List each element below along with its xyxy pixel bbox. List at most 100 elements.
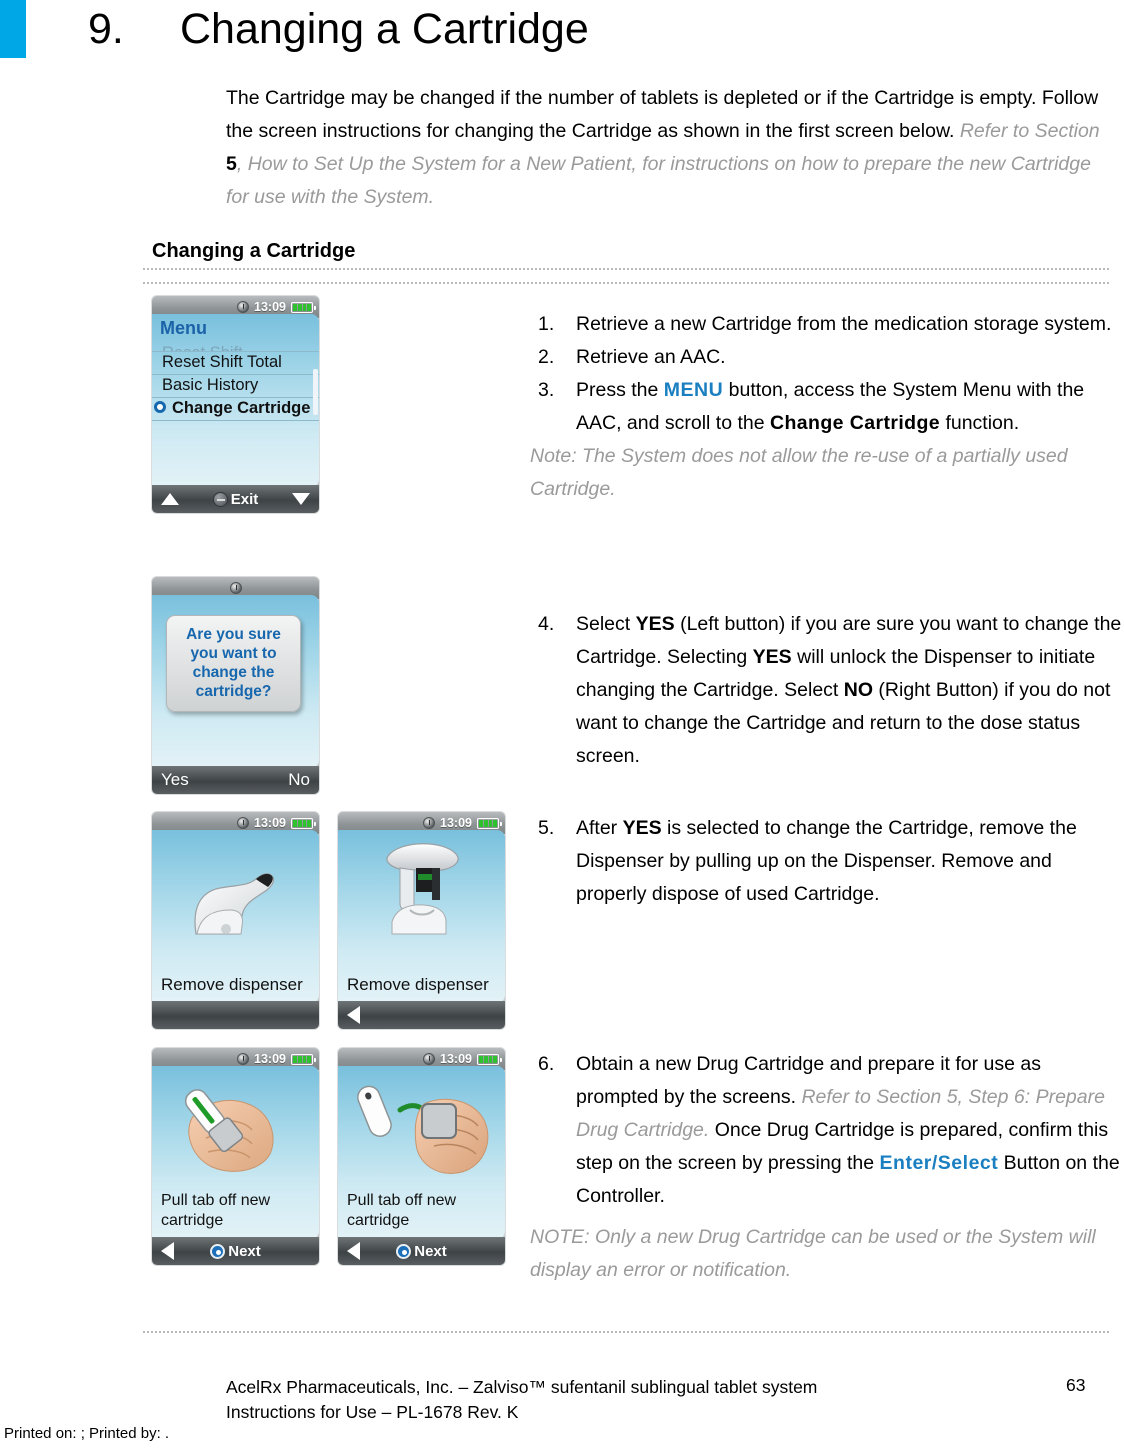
step-3: 3. Press the MENU button, access the Syst… [530,374,1122,440]
confirm-no-button[interactable]: No [288,770,310,790]
step-3-number: 3. [538,379,555,401]
section-heading: Changing a Cartridge [152,240,356,262]
device-screen-menu: 13:09 Menu Reset Shift Reset Shift Total… [152,296,319,513]
note-1-label: Note: [530,445,577,467]
screenshot-group-menu: 13:09 Menu Reset Shift Reset Shift Total… [152,296,319,513]
steps-group-1: 1. Retrieve a new Cartridge from the med… [530,308,1122,506]
step-6: 6. Obtain a new Drug Cartridge and prepar… [530,1048,1122,1213]
step-2: 2. Retrieve an AAC. [530,341,1122,374]
menu-scrollbar[interactable] [313,369,318,415]
arrow-up-icon[interactable] [161,493,179,505]
chapter-title: Changing a Cartridge [180,5,589,53]
step-2-number: 2. [538,346,555,368]
step-5: 5. After YES is selected to change the Ca… [530,812,1122,911]
exit-button[interactable]: Exit [212,491,258,508]
menu-button-icon [212,491,228,507]
menu-item-basic-history[interactable]: Basic History [152,375,319,398]
dispenser-lifted-illustration [338,830,505,948]
next-label: Next [414,1242,447,1260]
note-new-cartridge-only: NOTE: Only a new Drug Cartridge can be u… [530,1226,1096,1281]
menu-title: Menu [160,318,207,338]
hand-holding-cartridge-illustration [152,1066,319,1184]
step-1: 1. Retrieve a new Cartridge from the med… [530,308,1122,341]
menu-clock-time: 13:09 [254,300,286,314]
soft-key-bar: Next [338,1237,505,1265]
device-screen-remove-dispenser-b: 13:09 Remove dispenser [338,812,505,1029]
page-title: 9. Changing a Cartridge [88,2,589,56]
intro-paragraph: The Cartridge may be changed if the numb… [226,82,1104,214]
enter-select-button-icon [396,1243,412,1259]
soft-key-bar [338,1001,505,1029]
confirm-soft-key-bar: Yes No [152,766,319,794]
device-screen-confirm: Are you sure you want to change the cart… [152,577,319,794]
soft-key-bar: Next [152,1237,319,1265]
screenshot-group-confirm: Are you sure you want to change the cart… [152,577,319,794]
clock-time: 13:09 [254,816,286,830]
enter-select-button-icon [210,1243,226,1259]
arrow-left-icon[interactable] [347,1006,360,1024]
divider-top [143,268,1111,270]
menu-item-change-cartridge-label: Change Cartridge [172,399,311,417]
device-screen-remove-dispenser-a: 13:09 Remove dispenser [152,812,319,1029]
device-screen-pull-tab-a: 13:09 Pull tab off new cartridge Next [152,1048,319,1265]
clock-icon [423,1053,436,1065]
step-4-text-a: Select [576,613,636,635]
step-1-text: Retrieve a new Cartridge from the medica… [576,313,1112,335]
step-5-keyword-yes: YES [622,817,662,839]
note-partially-used: Note: The System does not allow the re-u… [530,440,1122,506]
screen-body: Remove dispenser [338,830,505,1003]
intro-ref-section-number: 5 [226,153,237,175]
next-button[interactable]: Next [210,1243,261,1260]
chapter-accent-bar [0,0,26,58]
clock-time: 13:09 [440,816,472,830]
footer-line-2: Instructions for Use – PL-1678 Rev. K [226,1402,519,1422]
clock-icon [237,817,250,829]
menu-item-clipped[interactable]: Reset Shift [152,343,319,352]
battery-icon [291,817,316,829]
step-4-number: 4. [538,613,555,635]
menu-item-reset-shift-total[interactable]: Reset Shift Total [152,352,319,375]
confirm-screen-body: Are you sure you want to change the cart… [152,595,319,768]
step-4-keyword-no: NO [843,679,873,701]
chapter-number: 9. [88,5,124,53]
step-3-text-a: Press the [576,379,664,401]
screen-body: Remove dispenser [152,830,319,1003]
step-3-keyword-menu: MENU [663,379,724,401]
step-3-keyword-change-cartridge: Change Cartridge [770,412,941,434]
divider-second [143,282,1111,284]
menu-item-change-cartridge[interactable]: Change Cartridge [152,398,319,421]
battery-icon [477,817,502,829]
step-2-text: Retrieve an AAC. [576,346,726,368]
footer-line-1: AcelRx Pharmaceuticals, Inc. – Zalviso™ … [226,1377,818,1397]
next-button[interactable]: Next [396,1243,447,1260]
arrow-down-icon[interactable] [291,493,310,505]
clock-time: 13:09 [440,1052,472,1066]
clock-icon [237,1053,250,1065]
menu-soft-key-bar: Exit [152,485,319,513]
screen-caption: Remove dispenser [347,975,489,994]
clock-time: 13:09 [254,1052,286,1066]
footer: AcelRx Pharmaceuticals, Inc. – Zalviso™ … [226,1375,946,1425]
confirm-message-bubble: Are you sure you want to change the cart… [166,615,301,712]
screen-body: Pull tab off new cartridge [338,1066,505,1239]
intro-line-1: The Cartridge may be changed if the numb… [226,87,1037,109]
steps-group-4: 6. Obtain a new Drug Cartridge and prepar… [530,1048,1122,1287]
step-4-keyword-yes-1: YES [635,613,675,635]
screen-caption: Pull tab off new cartridge [347,1192,457,1229]
battery-icon [291,1053,316,1065]
arrow-left-icon[interactable] [161,1242,174,1260]
note-1-text: The System does not allow the re-use of … [530,445,1068,500]
screen-caption: Pull tab off new cartridge [161,1192,271,1229]
page-number: 63 [1066,1375,1086,1395]
steps-group-3: 5. After YES is selected to change the Ca… [530,812,1122,911]
confirm-yes-button[interactable]: Yes [161,770,189,790]
screen-body: Pull tab off new cartridge [152,1066,319,1239]
step-5-number: 5. [538,817,555,839]
hand-pulling-tab-illustration [338,1066,505,1184]
next-label: Next [228,1242,261,1260]
clock-icon [229,582,242,594]
screenshot-group-pull-tab: 13:09 Pull tab off new cartridge Next 13… [152,1048,505,1265]
step-3-text-c: function. [940,412,1020,434]
arrow-left-icon[interactable] [347,1242,360,1260]
step-5-text-a: After [576,817,623,839]
